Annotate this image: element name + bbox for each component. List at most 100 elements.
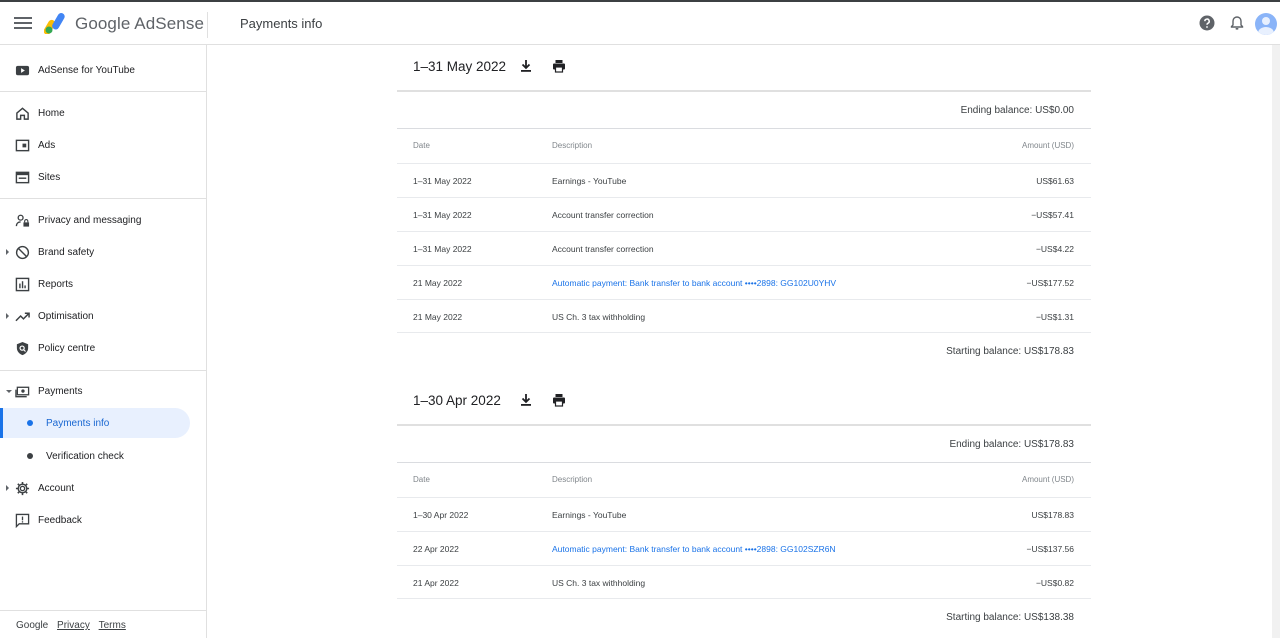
sidebar-divider	[0, 370, 206, 371]
table-row: 1–30 Apr 2022 Earnings - YouTube US$178.…	[397, 497, 1091, 531]
top-bar: Google AdSense Payments info	[0, 0, 1280, 45]
expand-caret-icon	[6, 249, 9, 255]
row-date: 1–31 May 2022	[413, 176, 472, 186]
sidebar-item-home[interactable]: Home	[0, 98, 190, 128]
table-header-row: Date Description Amount (USD)	[397, 129, 1091, 163]
table-row: 1–31 May 2022 Account transfer correctio…	[397, 197, 1091, 231]
sidebar-item-label: Privacy and messaging	[38, 214, 142, 226]
home-icon	[16, 106, 29, 120]
expand-caret-icon	[6, 313, 9, 319]
sidebar-item-label: Payments	[38, 385, 83, 397]
sidebar-item-verification-check[interactable]: Verification check	[0, 441, 190, 471]
sidebar-item-label: Policy centre	[38, 342, 96, 354]
row-description: US Ch. 3 tax withholding	[552, 578, 646, 588]
collapse-caret-icon	[6, 389, 12, 393]
sidebar-footer: Google Privacy Terms	[16, 620, 126, 631]
bar-chart-icon	[15, 277, 30, 291]
table-row: 1–31 May 2022 Earnings - YouTube US$61.6…	[397, 163, 1091, 197]
table-row: 21 May 2022 Automatic payment: Bank tran…	[397, 265, 1091, 299]
footer-terms-link[interactable]: Terms	[99, 620, 126, 631]
gear-icon	[15, 481, 30, 495]
sidebar-item-brand-safety[interactable]: Brand safety	[0, 237, 190, 267]
sidebar-item-reports[interactable]: Reports	[0, 269, 190, 299]
sidebar-item-label: Feedback	[38, 514, 82, 526]
row-amount: US$178.83	[1031, 510, 1074, 520]
table-row: 21 Apr 2022 US Ch. 3 tax withholding −US…	[397, 565, 1091, 599]
row-description: Account transfer correction	[552, 210, 654, 220]
row-date: 21 Apr 2022	[413, 578, 459, 588]
sidebar-item-label: Payments info	[46, 417, 110, 429]
starting-balance: Starting balance: US$178.83	[946, 345, 1074, 357]
youtube-icon	[15, 65, 30, 75]
table-row: 22 Apr 2022 Automatic payment: Bank tran…	[397, 531, 1091, 565]
row-date: 1–31 May 2022	[413, 244, 472, 254]
print-icon[interactable]	[552, 393, 566, 407]
row-amount: −US$1.31	[1035, 312, 1074, 322]
row-amount: US$61.63	[1036, 176, 1074, 186]
column-header-amount: Amount (USD)	[1021, 141, 1074, 150]
statement-header: 1–30 Apr 2022	[397, 379, 1091, 424]
sites-icon	[15, 171, 30, 183]
notifications-bell-icon[interactable]	[1229, 15, 1245, 31]
sidebar-divider	[0, 610, 206, 611]
row-date: 1–30 Apr 2022	[413, 510, 469, 520]
payment-detail-link[interactable]: Automatic payment: Bank transfer to bank…	[552, 278, 836, 288]
sidebar-item-account[interactable]: Account	[0, 473, 190, 503]
row-amount: −US$177.52	[1026, 278, 1075, 288]
sidebar-item-adsense-for-youtube[interactable]: AdSense for YouTube	[0, 55, 190, 85]
row-description: US Ch. 3 tax withholding	[552, 312, 646, 322]
sidebar-item-optimisation[interactable]: Optimisation	[0, 301, 190, 331]
payment-detail-link[interactable]: Automatic payment: Bank transfer to bank…	[552, 544, 836, 554]
sidebar-item-feedback[interactable]: Feedback	[0, 505, 190, 535]
column-header-description: Description	[552, 475, 593, 484]
main-menu-button[interactable]	[14, 14, 32, 32]
print-icon[interactable]	[552, 59, 566, 73]
row-description: Earnings - YouTube	[552, 510, 627, 520]
footer-google: Google	[16, 620, 49, 631]
sidebar: AdSense for YouTube Home Ads Sites Priva…	[0, 45, 207, 638]
statement-apr-2022: 1–30 Apr 2022 Ending balance: US$178.83 …	[397, 379, 1091, 635]
row-description: Earnings - YouTube	[552, 176, 627, 186]
brand-name: Google AdSense	[75, 14, 204, 33]
statement-may-2022: 1–31 May 2022 Ending balance: US$0.00 Da…	[397, 45, 1091, 369]
sidebar-item-label: Brand safety	[38, 246, 95, 258]
download-icon[interactable]	[519, 393, 533, 407]
sidebar-item-label: Ads	[38, 139, 56, 151]
sidebar-item-label: Account	[38, 482, 75, 494]
trending-up-icon	[15, 311, 30, 321]
row-amount: −US$137.56	[1026, 544, 1075, 554]
table-row: 21 May 2022 US Ch. 3 tax withholding −US…	[397, 299, 1091, 333]
sidebar-divider	[0, 198, 206, 199]
sidebar-item-ads[interactable]: Ads	[0, 130, 190, 160]
starting-balance: Starting balance: US$138.38	[946, 611, 1074, 623]
page-title: Payments info	[240, 16, 323, 31]
sidebar-item-payments-info[interactable]: Payments info	[0, 408, 190, 438]
ads-icon	[15, 139, 30, 151]
row-date: 21 May 2022	[413, 312, 463, 322]
block-icon	[15, 245, 30, 259]
dot-icon	[27, 453, 33, 459]
sidebar-item-policy-centre[interactable]: Policy centre	[0, 333, 190, 363]
help-icon[interactable]	[1199, 15, 1215, 31]
page-scrollbar[interactable]	[1272, 45, 1280, 638]
sidebar-item-label: Verification check	[46, 450, 124, 462]
expand-caret-icon	[6, 485, 9, 491]
footer-privacy-link[interactable]: Privacy	[57, 620, 90, 631]
column-header-date: Date	[413, 141, 430, 150]
download-icon[interactable]	[519, 59, 533, 73]
sidebar-item-sites[interactable]: Sites	[0, 162, 190, 192]
payments-icon	[15, 386, 30, 397]
ending-balance: Ending balance: US$0.00	[960, 104, 1074, 116]
row-amount: −US$0.82	[1035, 578, 1074, 588]
sidebar-item-label: Home	[38, 107, 65, 119]
sidebar-item-payments[interactable]: Payments	[0, 376, 190, 406]
adsense-logo-icon	[44, 12, 65, 34]
sidebar-item-label: Sites	[38, 171, 61, 183]
table-row: 1–31 May 2022 Account transfer correctio…	[397, 231, 1091, 265]
row-amount: −US$57.41	[1031, 210, 1074, 220]
sidebar-item-privacy-and-messaging[interactable]: Privacy and messaging	[0, 205, 190, 235]
row-date: 22 Apr 2022	[413, 544, 459, 554]
row-date: 21 May 2022	[413, 278, 463, 288]
sidebar-item-label: Optimisation	[38, 310, 94, 322]
account-avatar[interactable]	[1255, 13, 1277, 35]
